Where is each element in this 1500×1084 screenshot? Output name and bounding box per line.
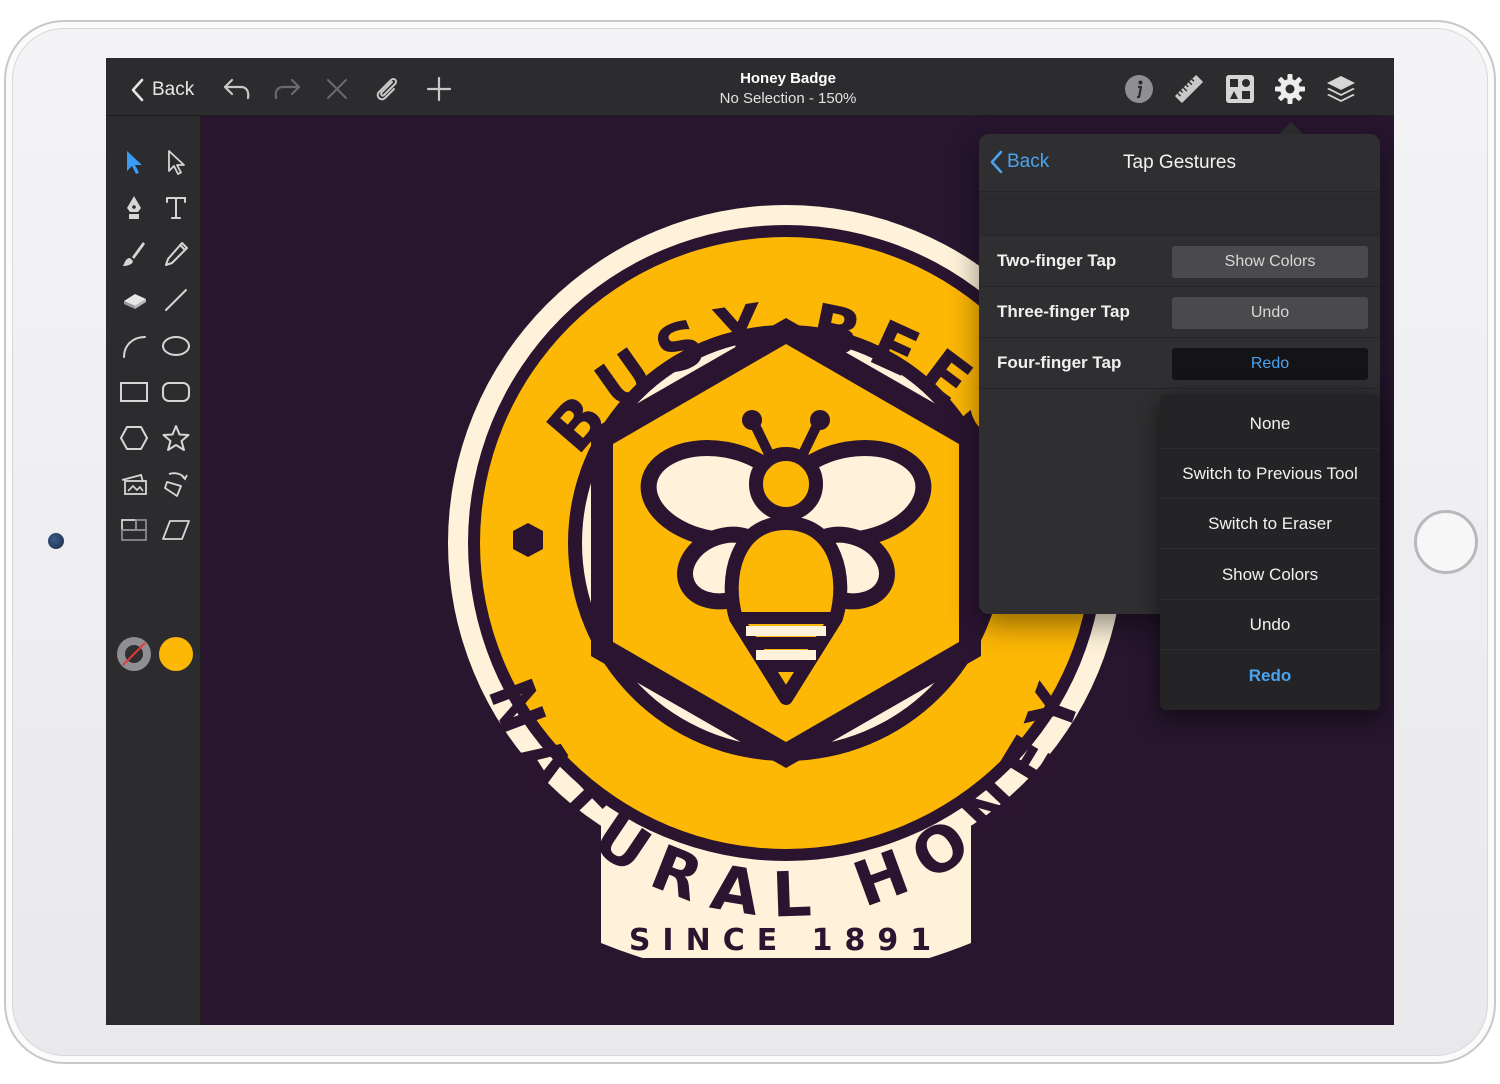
redo-icon <box>274 78 301 100</box>
ruler-button[interactable] <box>1172 72 1206 106</box>
rectangle-tool[interactable] <box>116 374 152 410</box>
eraser-icon <box>124 294 146 309</box>
gesture-row-four-finger: Four-finger Tap Redo <box>979 339 1380 389</box>
popover-header: Back Tap Gestures <box>979 134 1380 192</box>
delete-button[interactable] <box>320 72 354 106</box>
front-camera <box>48 533 64 549</box>
skew-tool[interactable] <box>158 512 194 548</box>
dropdown-option-undo[interactable]: Undo <box>1160 600 1380 650</box>
popover-section-spacer <box>979 193 1380 236</box>
gesture-action-button[interactable]: Show Colors <box>1172 246 1368 278</box>
info-button[interactable] <box>1122 72 1156 106</box>
layers-icon <box>1327 76 1355 102</box>
redo-button[interactable] <box>270 72 304 106</box>
document-status: No Selection - 150% <box>719 90 857 107</box>
transform-tool[interactable] <box>158 466 194 502</box>
layers-button[interactable] <box>1324 72 1358 106</box>
undo-button[interactable] <box>220 72 254 106</box>
dropdown-option-eraser[interactable]: Switch to Eraser <box>1160 499 1380 549</box>
text-tool[interactable] <box>158 190 194 226</box>
gesture-action-dropdown: None Switch to Previous Tool Switch to E… <box>1160 394 1380 710</box>
pen-tool[interactable] <box>116 190 152 226</box>
grid-button[interactable] <box>1223 72 1257 106</box>
select-tool[interactable] <box>116 144 152 180</box>
dropdown-option-redo[interactable]: Redo <box>1160 651 1380 701</box>
document-title: Honey Badge <box>740 70 836 87</box>
back-button[interactable]: Back <box>130 75 194 105</box>
hexagon-icon <box>120 426 148 450</box>
popover-arrow <box>1279 122 1303 134</box>
pencil-icon <box>165 242 188 266</box>
gesture-action-button[interactable]: Undo <box>1172 297 1368 329</box>
settings-button[interactable] <box>1273 72 1307 106</box>
text-icon <box>166 197 186 219</box>
stroke-swatch-icon <box>117 637 151 671</box>
delete-icon <box>327 79 347 99</box>
polygon-tool[interactable] <box>116 420 152 456</box>
ruler-icon <box>1175 75 1203 103</box>
home-button[interactable] <box>1414 510 1478 574</box>
ellipse-icon <box>162 336 190 356</box>
gesture-label: Three-finger Tap <box>997 302 1130 321</box>
crop-icon <box>121 519 147 541</box>
rounded-rectangle-tool[interactable] <box>158 374 194 410</box>
dropdown-option-previous-tool[interactable]: Switch to Previous Tool <box>1160 449 1380 499</box>
popover-title: Tap Gestures <box>1123 152 1236 173</box>
skew-icon <box>162 520 190 540</box>
star-icon <box>162 425 190 451</box>
rounded-rectangle-icon <box>162 382 190 402</box>
star-tool[interactable] <box>158 420 194 456</box>
line-tool[interactable] <box>158 282 194 318</box>
select-arrow-icon <box>127 151 142 174</box>
image-tool[interactable] <box>116 466 152 502</box>
stroke-color-swatch[interactable] <box>116 636 152 672</box>
add-button[interactable] <box>422 72 456 106</box>
image-stack-icon <box>121 473 147 495</box>
top-toolbar: Back Honey Badge No Selection - 150% <box>106 58 1394 116</box>
grid-icon <box>1226 75 1254 103</box>
gesture-label: Four-finger Tap <box>997 353 1122 372</box>
rectangle-icon <box>120 382 148 402</box>
brush-icon <box>123 242 145 266</box>
attach-button[interactable] <box>370 72 404 106</box>
fill-swatch-icon <box>159 637 193 671</box>
attach-icon <box>376 77 398 101</box>
tool-panel <box>106 116 201 1025</box>
app-screen: Back Honey Badge No Selection - 150% BUS… <box>106 58 1394 1025</box>
direct-select-tool[interactable] <box>158 144 194 180</box>
line-icon <box>165 289 187 311</box>
ellipse-tool[interactable] <box>158 328 194 364</box>
chevron-left-icon <box>131 78 144 102</box>
gear-icon <box>1275 74 1305 104</box>
eraser-tool[interactable] <box>116 282 152 318</box>
dropdown-option-none[interactable]: None <box>1160 399 1380 449</box>
gesture-row-two-finger: Two-finger Tap Show Colors <box>979 237 1380 287</box>
fill-color-swatch[interactable] <box>158 636 194 672</box>
transform-icon <box>164 472 188 497</box>
crop-tool[interactable] <box>116 512 152 548</box>
gesture-label: Two-finger Tap <box>997 251 1117 270</box>
arc-tool[interactable] <box>116 328 152 364</box>
add-icon <box>426 76 452 102</box>
pen-nib-icon <box>127 196 141 219</box>
pencil-tool[interactable] <box>158 236 194 272</box>
undo-icon <box>223 78 250 100</box>
arc-icon <box>123 336 146 358</box>
dropdown-option-show-colors[interactable]: Show Colors <box>1160 550 1380 600</box>
back-label: Back <box>152 79 195 100</box>
gesture-row-three-finger: Three-finger Tap Undo <box>979 288 1380 338</box>
badge-ribbon-text: SINCE 1891 <box>629 923 943 958</box>
info-icon <box>1125 75 1153 103</box>
brush-tool[interactable] <box>116 236 152 272</box>
direct-select-arrow-icon <box>168 150 185 175</box>
gesture-action-button-active[interactable]: Redo <box>1172 348 1368 380</box>
